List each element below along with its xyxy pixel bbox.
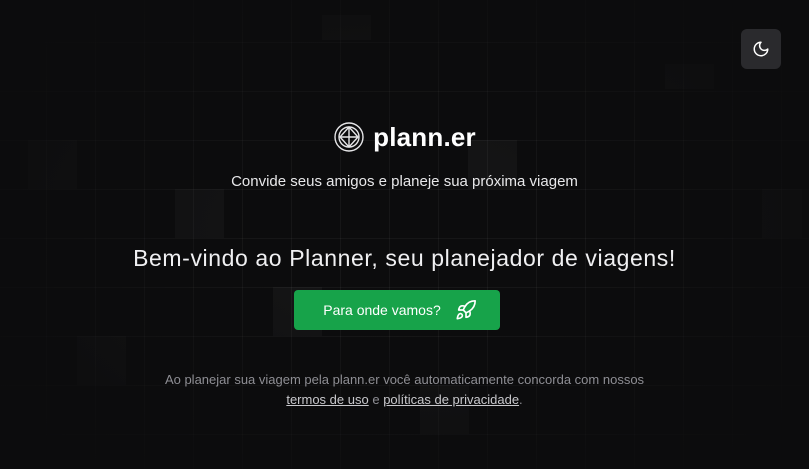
welcome-heading: Bem-vindo ao Planner, seu planejador de … bbox=[133, 245, 676, 271]
globe-icon bbox=[334, 122, 364, 152]
page-background: plann.er Convide seus amigos e planeje s… bbox=[0, 0, 809, 469]
rocket-icon bbox=[456, 300, 476, 320]
legal-suffix: . bbox=[519, 392, 523, 407]
tagline: Convide seus amigos e planeje sua próxim… bbox=[231, 173, 578, 190]
start-trip-label: Para onde vamos? bbox=[323, 302, 441, 318]
legal-prefix: Ao planejar sua viagem pela plann.er voc… bbox=[164, 372, 645, 387]
main-content: plann.er Convide seus amigos e planeje s… bbox=[0, 0, 809, 469]
terms-link[interactable]: termos de uso bbox=[286, 392, 368, 407]
privacy-link[interactable]: políticas de privacidade bbox=[383, 392, 519, 407]
legal-conjunction: e bbox=[372, 392, 380, 407]
start-trip-button[interactable]: Para onde vamos? bbox=[294, 290, 500, 330]
brand: plann.er bbox=[0, 119, 809, 155]
brand-name: plann.er bbox=[373, 122, 476, 152]
legal-notice: Ao planejar sua viagem pela plann.er voc… bbox=[0, 370, 809, 410]
